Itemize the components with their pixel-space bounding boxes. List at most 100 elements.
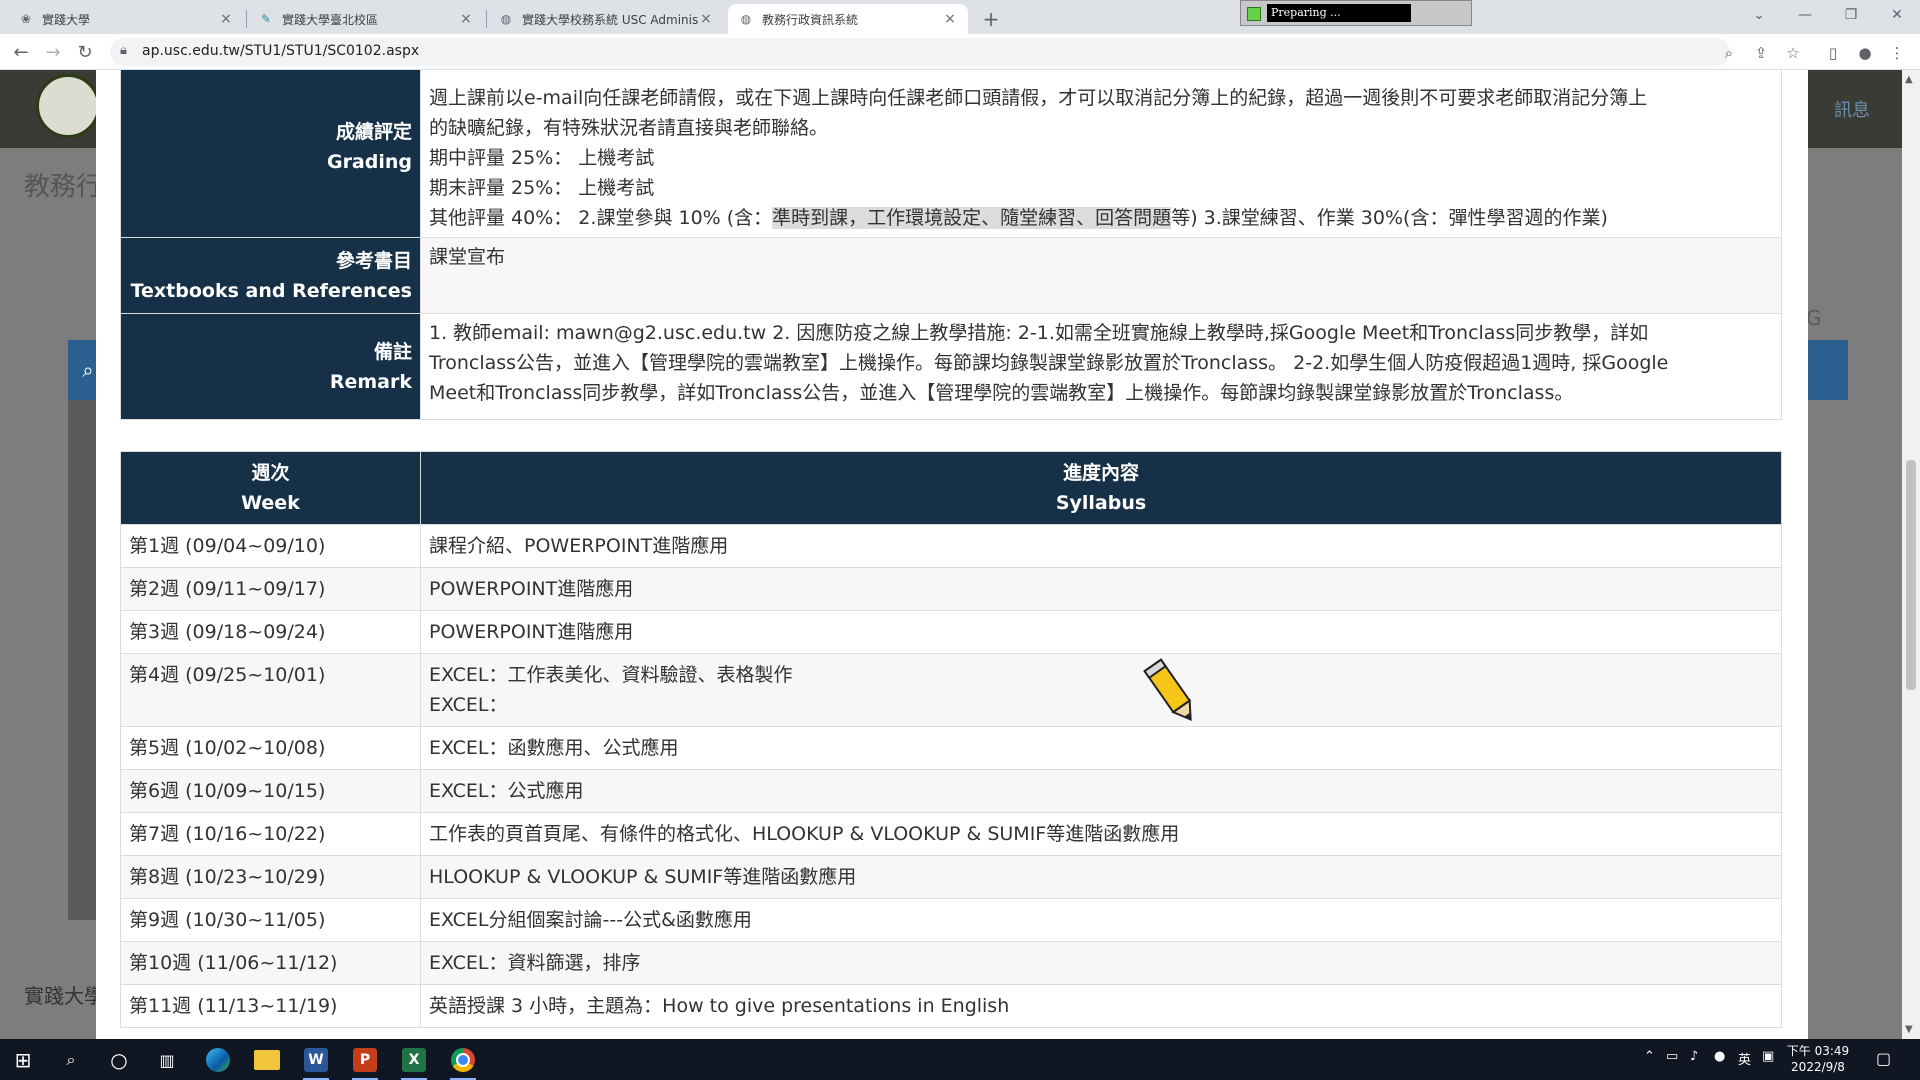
background-footer: 實踐大學: [24, 984, 104, 1008]
scroll-up-arrow-icon[interactable]: ▲: [1905, 74, 1913, 85]
grading-row: 成績評定 Grading 週上課前以e-mail向任課老師請假，或在下週上課時向…: [120, 70, 1782, 238]
grading-overflow-line: [429, 70, 1773, 83]
recording-status-widget: Preparing ...: [1240, 0, 1472, 26]
content-line: 課程介紹、POWERPOINT進階應用: [429, 535, 729, 557]
content-cell: 課程介紹、POWERPOINT進階應用: [420, 524, 1782, 568]
week-cell: 第9週 (10/30~11/05): [120, 898, 421, 942]
lock-icon: 🔒︎: [120, 43, 127, 58]
close-window-button[interactable]: ✕: [1874, 0, 1920, 30]
week-cell: 第5週 (10/02~10/08): [120, 726, 421, 770]
grading-value: 週上課前以e-mail向任課老師請假，或在下週上課時向任課老師口頭請假，才可以取…: [420, 70, 1782, 238]
syllabus-modal: 成績評定 Grading 週上課前以e-mail向任課老師請假，或在下週上課時向…: [96, 70, 1808, 1039]
menu-kebab-icon[interactable]: ⋮: [1886, 42, 1908, 64]
new-tab-button[interactable]: +: [978, 6, 1004, 32]
content-cell: 英語授課 3 小時，主題為：How to give presentations …: [420, 984, 1782, 1028]
notification-icon[interactable]: ▢: [1876, 1049, 1891, 1068]
tab-title: 教務行政資訊系統: [762, 12, 859, 27]
syllabus-row: 第7週 (10/16~10/22) 工作表的頁首頁尾、有條件的格式化、HLOOKU…: [120, 812, 1782, 856]
bookmark-star-icon[interactable]: ☆: [1782, 42, 1804, 64]
page-scrollbar[interactable]: ▲ ▼: [1902, 70, 1920, 1039]
content-cell: EXCEL：公式應用: [420, 769, 1782, 813]
content-cell: EXCEL：資料篩選，排序: [420, 941, 1782, 985]
selected-text[interactable]: 準時到課，工作環境設定、隨堂練習、回答問題: [772, 207, 1172, 229]
powerpoint-app-icon[interactable]: P: [350, 1045, 380, 1080]
grading-label-zh: 成績評定: [335, 121, 412, 143]
close-tab-icon[interactable]: ×: [218, 11, 234, 27]
content-cell: EXCEL分組個案討論---公式&函數應用: [420, 898, 1782, 942]
tab-taipei-campus[interactable]: ✎ 實踐大學臺北校區 ×: [248, 4, 484, 34]
input-method-label[interactable]: 英: [1738, 1049, 1751, 1068]
grading-label: 成績評定 Grading: [120, 70, 421, 238]
input-mode-icon[interactable]: ▣: [1762, 1049, 1774, 1064]
week-cell: 第4週 (09/25~10/01): [120, 653, 421, 727]
tab-search-icon[interactable]: ⌄: [1736, 0, 1782, 30]
tab-title: 實踐大學: [42, 12, 91, 27]
excel-app-icon[interactable]: X: [399, 1045, 429, 1080]
grading-other-line: 其他評量 40%： 2.課堂參與 10% (含：準時到課，工作環境設定、隨堂練習…: [429, 203, 1773, 233]
tab-admin-system[interactable]: ◍ 實踐大學校務系統 USC Adminis ×: [488, 4, 724, 34]
volume-icon[interactable]: ♪: [1690, 1049, 1698, 1064]
remark-label-en: Remark: [329, 370, 412, 393]
zoom-icon[interactable]: ⌕: [1718, 42, 1740, 64]
scroll-down-arrow-icon[interactable]: ▼: [1905, 1024, 1913, 1035]
close-tab-icon[interactable]: ×: [698, 11, 714, 27]
week-cell: 第3週 (09/18~09/24): [120, 610, 421, 654]
globe-icon: ◍: [500, 12, 512, 26]
content-cell: POWERPOINT進階應用: [420, 610, 1782, 654]
profile-avatar-icon[interactable]: ●: [1854, 42, 1876, 64]
network-icon[interactable]: ▭: [1666, 1049, 1678, 1064]
content-cell: HLOOKUP & VLOOKUP & SUMIF等進階函數應用: [420, 855, 1782, 899]
cortana-icon[interactable]: ○: [104, 1045, 134, 1075]
word-app-icon[interactable]: W: [301, 1045, 331, 1080]
close-tab-icon[interactable]: ×: [458, 11, 474, 27]
content-line: EXCEL分組個案討論---公式&函數應用: [429, 909, 752, 931]
content-line: EXCEL：公式應用: [429, 780, 584, 802]
tab-title: 實踐大學臺北校區: [282, 12, 379, 27]
tab-separator: [246, 10, 247, 28]
scroll-thumb[interactable]: [1906, 460, 1916, 690]
feather-favicon-icon: ✎: [260, 12, 272, 26]
tab-usc[interactable]: ❀ 實踐大學 ×: [8, 4, 244, 34]
tray-chevron-icon[interactable]: ⌃: [1644, 1049, 1655, 1064]
microphone-icon[interactable]: ●: [1714, 1049, 1725, 1064]
syllabus-row: 第10週 (11/06~11/12) EXCEL：資料篩選，排序: [120, 941, 1782, 985]
content-line: POWERPOINT進階應用: [429, 578, 634, 600]
header-link[interactable]: 訊息: [1834, 96, 1870, 122]
close-tab-icon[interactable]: ×: [942, 11, 958, 27]
remark-row: 備註 Remark 1. 教師email: mawn@g2.usc.edu.tw…: [120, 313, 1782, 420]
windows-taskbar: ⊞ ⌕ ○ ▥ W P X ⌃ ▭ ♪ ● 英 ▣ 下午 03:49 2022/…: [0, 1039, 1920, 1080]
background-panel-right: [1808, 340, 1848, 400]
textbooks-label: 參考書目 Textbooks and References: [120, 237, 421, 314]
edge-browser-icon[interactable]: [203, 1045, 233, 1075]
week-cell: 第11週 (11/13~11/19): [120, 984, 421, 1028]
side-panel-icon[interactable]: ▯: [1822, 42, 1844, 64]
search-icon[interactable]: ⌕: [56, 1045, 86, 1075]
back-arrow-icon[interactable]: ←: [8, 40, 34, 66]
content-header-en: Syllabus: [1055, 492, 1147, 514]
restore-button[interactable]: ❐: [1828, 0, 1874, 30]
content-header: 進度內容 Syllabus: [420, 451, 1782, 525]
chrome-app-icon[interactable]: [448, 1045, 478, 1080]
task-view-icon[interactable]: ▥: [152, 1045, 182, 1075]
content-line: 工作表的頁首頁尾、有條件的格式化、HLOOKUP & VLOOKUP & SUM…: [429, 823, 1180, 845]
address-bar[interactable]: 🔒︎ ap.usc.edu.tw/STU1/STU1/SC0102.aspx: [110, 38, 1730, 66]
windows-start-icon[interactable]: ⊞: [8, 1045, 38, 1075]
tab-title: 實踐大學校務系統 USC Adminis: [522, 12, 698, 27]
week-header-en: Week: [241, 492, 300, 514]
syllabus-row: 第4週 (09/25~10/01) EXCEL：工作表美化、資料驗證、表格製作 EX…: [120, 653, 1782, 727]
grading-line: 期中評量 25%： 上機考試: [429, 147, 655, 169]
tab-academic-system[interactable]: ◍ 教務行政資訊系統 ×: [728, 4, 968, 34]
minimize-button[interactable]: —: [1782, 0, 1828, 30]
clock-time: 下午 03:49: [1786, 1044, 1850, 1058]
forward-arrow-icon[interactable]: →: [40, 40, 66, 66]
content-line: EXCEL：資料篩選，排序: [429, 952, 641, 974]
share-icon[interactable]: ⇪: [1750, 42, 1772, 64]
reload-icon[interactable]: ↻: [72, 40, 98, 66]
content-cell: EXCEL：函數應用、公式應用: [420, 726, 1782, 770]
file-explorer-icon[interactable]: [252, 1045, 282, 1075]
usc-favicon-icon: ❀: [20, 12, 32, 26]
word-label: W: [304, 1048, 328, 1072]
grading-line: 的缺曠紀錄，有特殊狀況者請直接與老師聯絡。: [429, 117, 829, 139]
taskbar-clock[interactable]: 下午 03:49 2022/9/8: [1778, 1043, 1858, 1075]
remark-label: 備註 Remark: [120, 313, 421, 420]
